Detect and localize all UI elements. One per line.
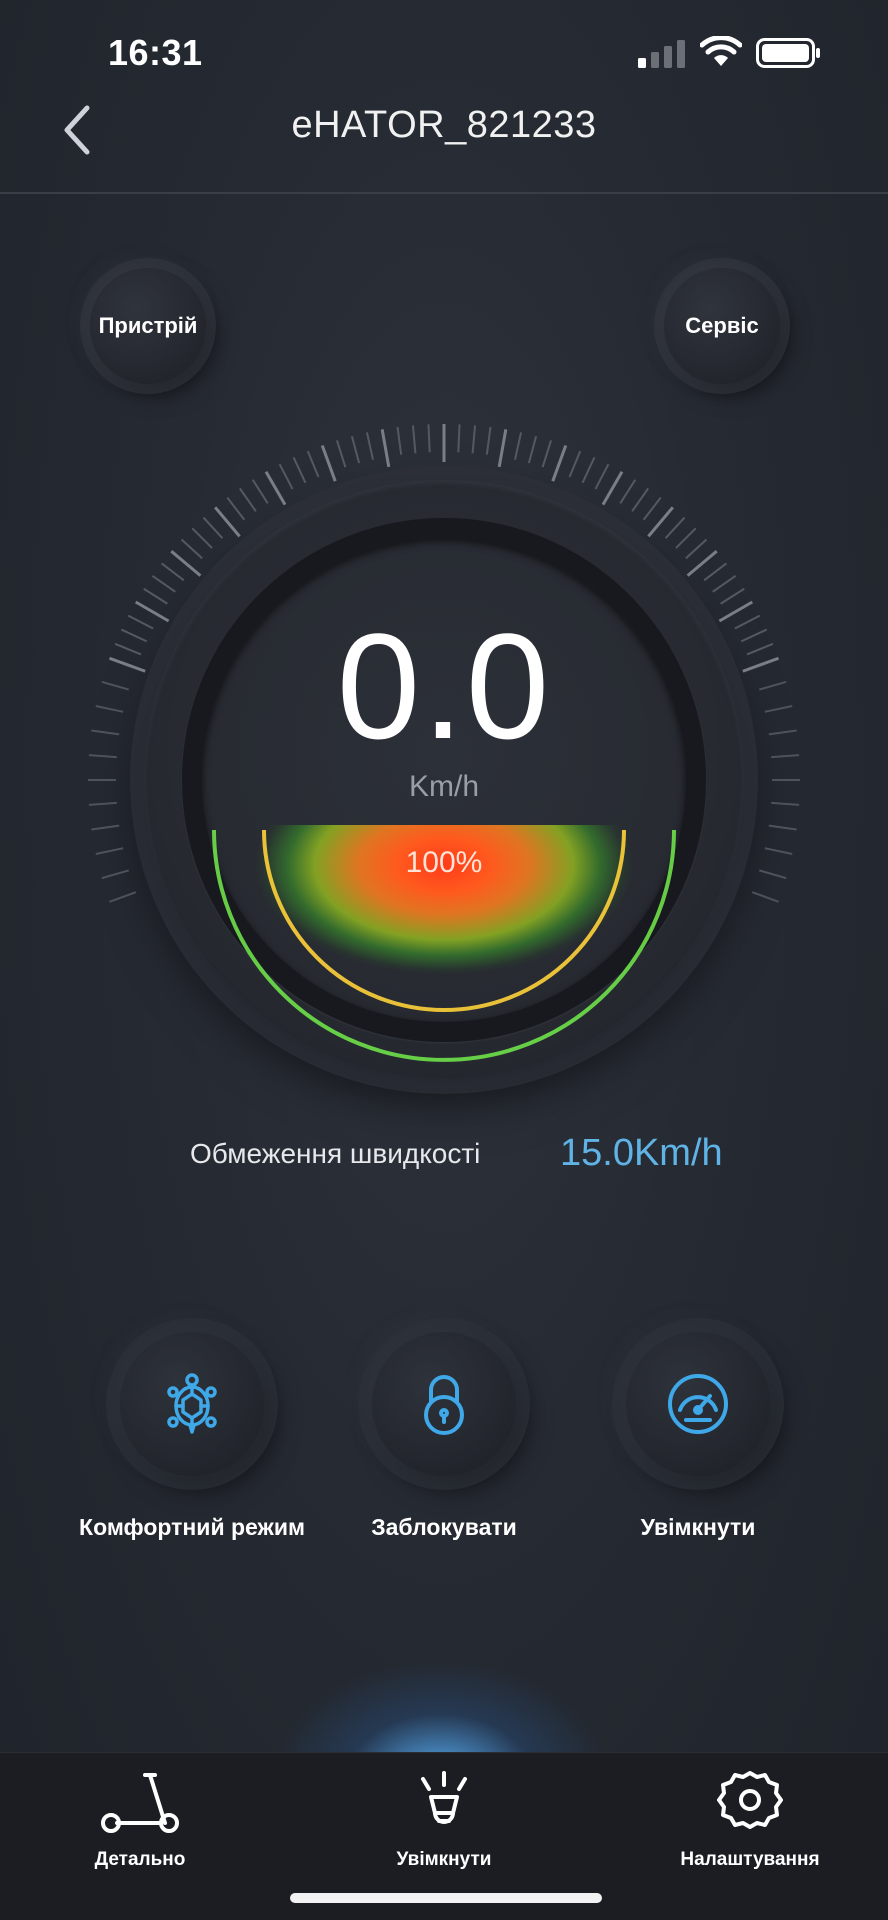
gauge-tick bbox=[647, 506, 674, 538]
device-button[interactable]: Пристрій bbox=[90, 268, 206, 384]
speed-limit-value: 15.0Km/h bbox=[560, 1132, 723, 1174]
gauge-tick bbox=[686, 550, 718, 577]
power-action: Увімкнути bbox=[568, 1332, 828, 1552]
status-time: 16:31 bbox=[108, 32, 203, 73]
gauge-tick bbox=[664, 516, 686, 539]
navigation-bar: eHATOR_821233 bbox=[0, 100, 888, 194]
page-title: eHATOR_821233 bbox=[291, 104, 597, 146]
gauge-tick bbox=[365, 432, 374, 460]
comfort-mode-label: Комфортний режим bbox=[79, 1514, 305, 1540]
speedometer-gauge: 0.0 Km/h 100% bbox=[74, 410, 814, 1150]
gauge-tick bbox=[427, 424, 431, 453]
tab-detail-label: Детально bbox=[94, 1849, 186, 1870]
gauge-tick bbox=[685, 538, 708, 560]
lock-label: Заблокувати bbox=[371, 1514, 517, 1540]
gauge-tick bbox=[306, 450, 320, 478]
home-indicator bbox=[290, 1893, 602, 1903]
gauge-tick bbox=[601, 470, 624, 506]
gauge-tick bbox=[703, 562, 728, 582]
scooter-dashboard-screen: 16:31 eHATOR_821233 Пристрій Сервіс 0.0 … bbox=[0, 0, 888, 1920]
gauge-tick bbox=[527, 435, 538, 464]
gauge-tick bbox=[335, 440, 347, 468]
service-button[interactable]: Сервіс bbox=[664, 268, 780, 384]
gauge-tick bbox=[320, 444, 337, 482]
service-button-label: Сервіс bbox=[685, 313, 759, 338]
battery-icon bbox=[756, 38, 820, 68]
current-speed: 0.0 bbox=[336, 602, 552, 770]
power-label: Увімкнути bbox=[640, 1514, 756, 1540]
power-button[interactable] bbox=[626, 1332, 770, 1476]
gauge-tick bbox=[568, 450, 582, 478]
status-bar: 16:31 bbox=[0, 0, 888, 100]
gauge-tick bbox=[712, 574, 737, 593]
gauge-tick bbox=[264, 470, 287, 506]
gauge-tick bbox=[396, 426, 403, 455]
gauge-tick bbox=[160, 562, 185, 582]
wifi-icon bbox=[700, 36, 742, 66]
gauge-tick bbox=[594, 463, 610, 490]
gauge-tick bbox=[751, 891, 779, 903]
gauge-tick bbox=[768, 824, 797, 831]
tab-light[interactable]: Увімкнути bbox=[344, 1769, 544, 1889]
turtle-icon bbox=[167, 1373, 217, 1434]
gauge-tick bbox=[642, 496, 662, 521]
lock-button[interactable] bbox=[372, 1332, 516, 1476]
gauge-tick bbox=[214, 506, 241, 538]
gauge-tick bbox=[581, 456, 596, 484]
speed-limit-label: Обмеження швидкості bbox=[190, 1138, 481, 1169]
speed-unit: Km/h bbox=[408, 770, 480, 803]
lock-action: Заблокувати bbox=[314, 1332, 574, 1552]
gauge-tick bbox=[251, 479, 269, 504]
gauge-tick bbox=[151, 574, 176, 593]
gauge-tick bbox=[541, 440, 553, 468]
gauge-tick bbox=[631, 487, 650, 512]
gauge-tick bbox=[675, 527, 697, 549]
gauge-tick bbox=[514, 432, 523, 460]
tab-detail[interactable]: Детально bbox=[40, 1769, 240, 1889]
gauge-tick bbox=[411, 425, 417, 454]
lock-icon bbox=[424, 1375, 464, 1435]
gauge-tick bbox=[226, 496, 246, 521]
gauge-tick bbox=[380, 429, 391, 468]
gauge-tick bbox=[170, 550, 202, 577]
tab-settings[interactable]: Налаштування bbox=[650, 1769, 850, 1889]
tab-settings-label: Налаштування bbox=[680, 1849, 820, 1870]
headlight-icon bbox=[421, 1771, 467, 1824]
gauge-tick bbox=[109, 891, 137, 903]
gauge-tick bbox=[278, 463, 294, 490]
gear-icon bbox=[717, 1771, 783, 1829]
gauge-tick bbox=[457, 424, 461, 453]
cellular-signal-icon bbox=[638, 40, 685, 68]
speed-limit: Обмеження швидкості 15.0Km/h bbox=[0, 1132, 888, 1182]
gauge-tick bbox=[180, 538, 203, 560]
tab-light-label: Увімкнути bbox=[396, 1849, 492, 1870]
speedometer-icon bbox=[668, 1374, 728, 1434]
gauge-tick bbox=[238, 487, 257, 512]
gauge-tick bbox=[292, 456, 307, 484]
gauge-tick bbox=[551, 444, 568, 482]
battery-percent: 100% bbox=[405, 846, 483, 879]
comfort-mode-action: Комфортний режим bbox=[62, 1332, 322, 1552]
gauge-tick bbox=[485, 426, 492, 455]
comfort-mode-button[interactable] bbox=[120, 1332, 264, 1476]
gauge-tick bbox=[350, 435, 361, 464]
gauge-tick bbox=[619, 479, 637, 504]
scooter-icon bbox=[101, 1773, 179, 1833]
gauge-tick bbox=[91, 824, 120, 831]
device-button-label: Пристрій bbox=[98, 313, 198, 338]
gauge-tick bbox=[191, 527, 213, 549]
gauge-tick bbox=[202, 516, 224, 539]
gauge-tick bbox=[497, 429, 508, 468]
gauge-tick bbox=[471, 425, 477, 454]
